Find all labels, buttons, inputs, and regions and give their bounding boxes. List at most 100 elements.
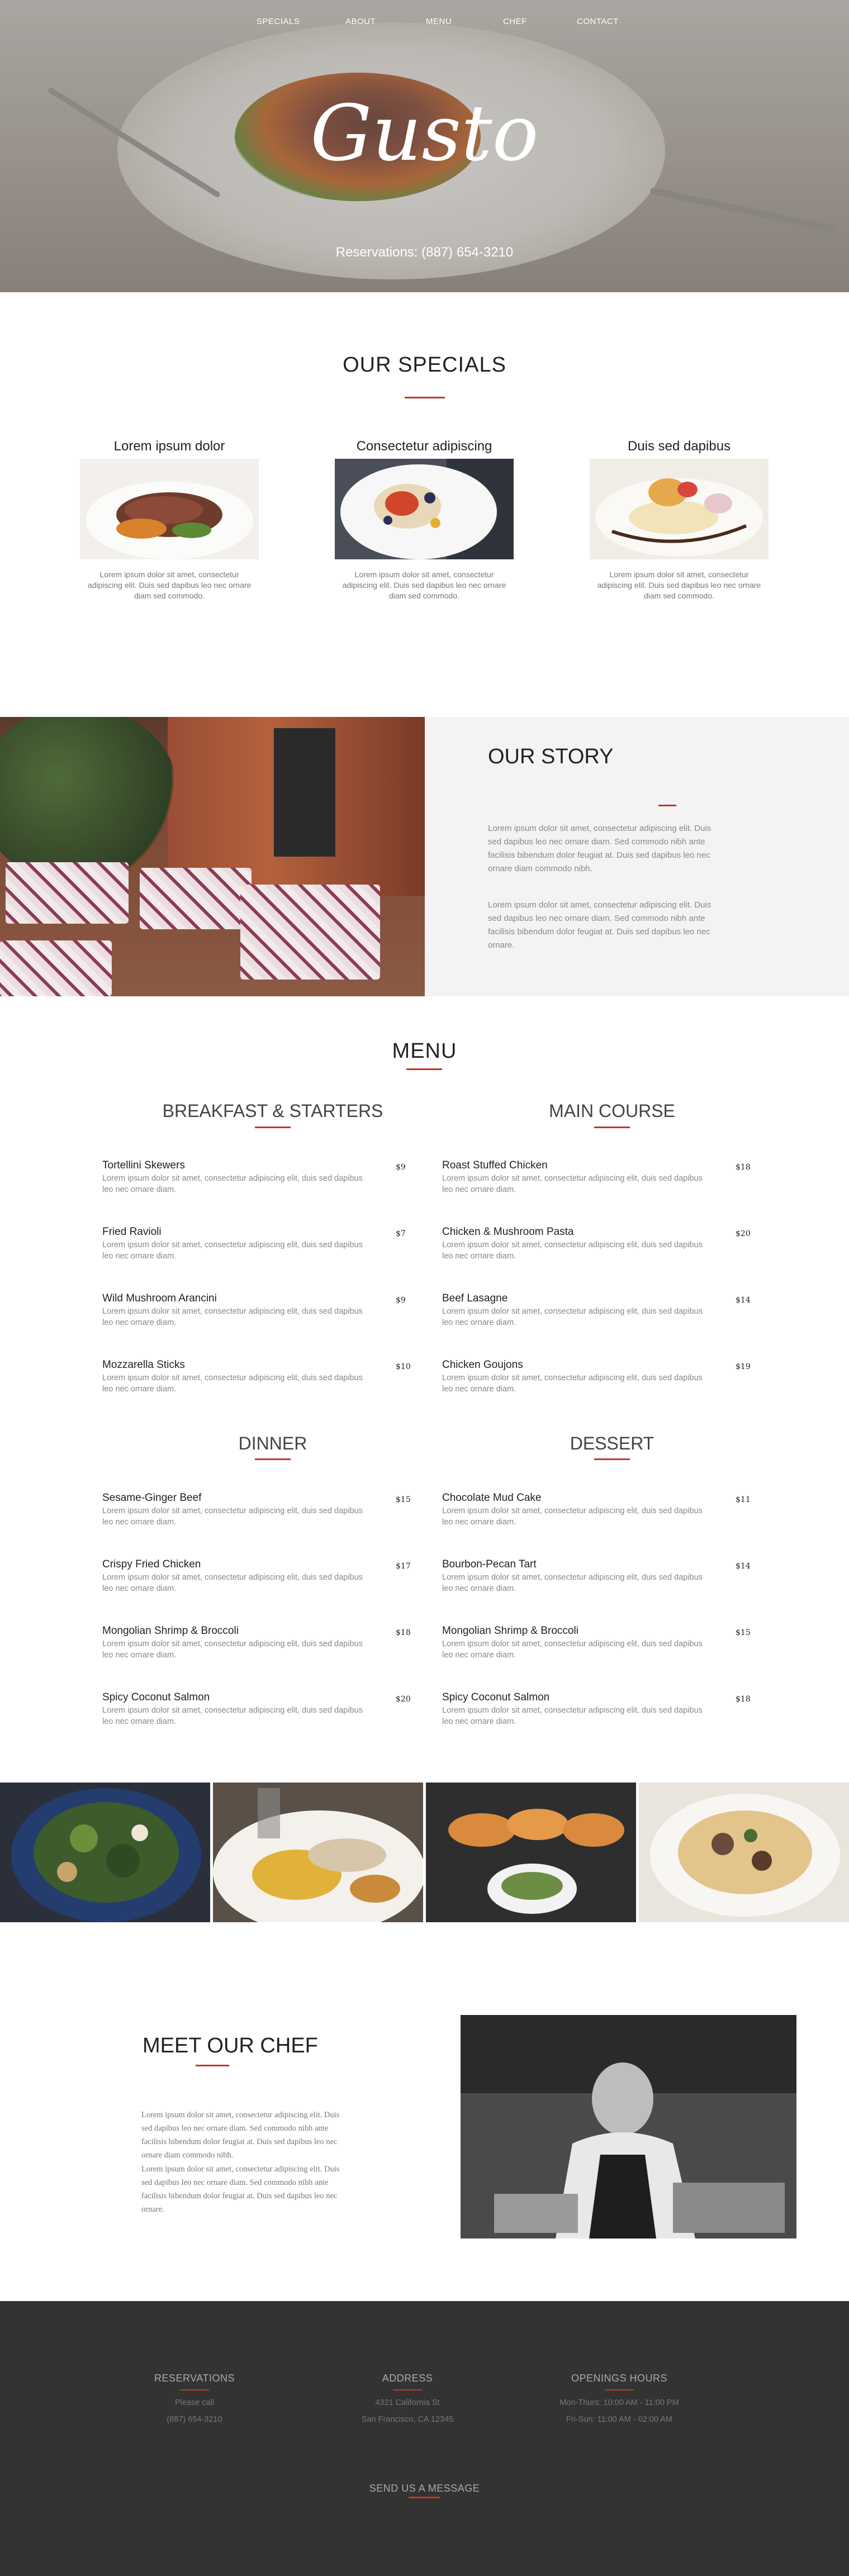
specials-title-underline — [405, 397, 445, 398]
checkered-table — [240, 885, 380, 980]
menu-item-price: $18 — [736, 1695, 751, 1704]
footer-heading: ADDRESS — [382, 2373, 433, 2384]
footer-text: Fri-Sun: 11:00 AM - 02:00 AM — [566, 2415, 672, 2424]
menu-item-desc: Lorem ipsum dolor sit amet, consectetur … — [102, 1174, 363, 1194]
menu-item-desc: Lorem ipsum dolor sit amet, consectetur … — [102, 1573, 363, 1593]
menu-item-price: $20 — [736, 1229, 751, 1238]
gallery-salad-image — [0, 1783, 210, 1922]
story-title: OUR STORY — [488, 745, 614, 768]
menu-item-name: Chocolate Mud Cake — [442, 1492, 542, 1504]
menu-category-title: MAIN COURSE — [549, 1101, 675, 1121]
chef-title-underline — [196, 2065, 229, 2066]
menu-item-name: Spicy Coconut Salmon — [442, 1691, 550, 1703]
site-footer: RESERVATIONS Please call (887) 654-3210 … — [0, 2301, 849, 2576]
nav-contact[interactable]: CONTACT — [577, 17, 619, 26]
menu-item: Wild Mushroom Arancini Lorem ipsum dolor… — [102, 1292, 406, 1328]
footer-reservations: RESERVATIONS Please call (887) 654-3210 — [111, 2373, 278, 2424]
story-paragraph: Lorem ipsum dolor sit amet, consectetur … — [488, 900, 712, 950]
menu-item-name: Chicken & Mushroom Pasta — [442, 1226, 574, 1238]
hero-reservation-text: Reservations: (887) 654-3210 — [335, 245, 514, 260]
special-title: Lorem ipsum dolor — [113, 439, 225, 454]
story-paragraph: Lorem ipsum dolor sit amet, consectetur … — [488, 824, 712, 873]
menu-item-price: $18 — [396, 1628, 411, 1637]
category-underline — [594, 1458, 630, 1460]
menu-item-name: Wild Mushroom Arancini — [102, 1292, 217, 1304]
footer-hours: OPENINGS HOURS Mon-Thurs: 10:00 AM - 11:… — [535, 2373, 703, 2424]
nav-specials[interactable]: SPECIALS — [257, 17, 300, 26]
specials-title: OUR SPECIALS — [343, 353, 506, 377]
category-underline — [255, 1458, 291, 1460]
restaurant-terrace-image — [0, 717, 425, 996]
menu-board — [274, 728, 335, 857]
menu-item: Roast Stuffed Chicken Lorem ipsum dolor … — [442, 1159, 751, 1195]
nav-chef[interactable]: CHEF — [503, 17, 527, 26]
footer-heading-underline — [393, 2389, 422, 2390]
menu-item-name: Mongolian Shrimp & Broccoli — [102, 1625, 239, 1637]
menu-item-price: $15 — [396, 1495, 411, 1504]
special-text: Lorem ipsum dolor sit amet, consectetur … — [342, 570, 506, 600]
category-underline — [594, 1127, 630, 1128]
chef-paragraph: Lorem ipsum dolor sit amet, consectetur … — [141, 2165, 340, 2214]
menu-item-desc: Lorem ipsum dolor sit amet, consectetur … — [442, 1241, 703, 1261]
send-message-link[interactable]: SEND US A MESSAGE — [0, 2483, 849, 2494]
chef-paragraph: Lorem ipsum dolor sit amet, consectetur … — [141, 2111, 340, 2160]
menu-category-title: BREAKFAST & STARTERS — [162, 1101, 383, 1121]
special-card: Lorem ipsum dolor Lorem ipsum dolor sit … — [80, 439, 259, 601]
menu-item-price: $10 — [396, 1362, 411, 1371]
site-logo: Gusto — [310, 88, 539, 178]
menu-item: Spicy Coconut Salmon Lorem ipsum dolor s… — [442, 1691, 751, 1727]
footer-heading-underline — [605, 2389, 634, 2390]
footer-text: 4321 California St — [375, 2398, 440, 2407]
footer-phone: (887) 654-3210 — [167, 2415, 222, 2424]
menu-item-desc: Lorem ipsum dolor sit amet, consectetur … — [102, 1706, 363, 1726]
menu-item: Mozzarella Sticks Lorem ipsum dolor sit … — [102, 1359, 411, 1395]
special-salad-image — [335, 459, 514, 559]
menu-item: Crispy Fried Chicken Lorem ipsum dolor s… — [102, 1558, 411, 1594]
footer-text: Please call — [174, 2398, 215, 2407]
menu-item: Mongolian Shrimp & Broccoli Lorem ipsum … — [442, 1625, 751, 1661]
menu-item-desc: Lorem ipsum dolor sit amet, consectetur … — [102, 1307, 363, 1327]
menu-item-price: $14 — [736, 1296, 751, 1305]
special-title: Consectetur adipiscing — [356, 439, 492, 454]
menu-item-price: $17 — [396, 1562, 411, 1571]
menu-item-name: Crispy Fried Chicken — [102, 1558, 201, 1570]
special-text: Lorem ipsum dolor sit amet, consectetur … — [597, 570, 761, 600]
nav-menu[interactable]: MENU — [426, 17, 452, 26]
menu-item-name: Beef Lasagne — [442, 1292, 508, 1304]
story-title-underline — [658, 805, 676, 806]
checkered-table — [0, 940, 112, 996]
footer-heading: RESERVATIONS — [154, 2373, 235, 2384]
menu-item: Bourbon-Pecan Tart Lorem ipsum dolor sit… — [442, 1558, 751, 1594]
menu-item-desc: Lorem ipsum dolor sit amet, consectetur … — [102, 1639, 363, 1660]
menu-item-desc: Lorem ipsum dolor sit amet, consectetur … — [102, 1373, 363, 1394]
menu-item: Fried Ravioli Lorem ipsum dolor sit amet… — [102, 1226, 406, 1262]
gallery-pasta-image — [639, 1783, 849, 1922]
menu-item: Tortellini Skewers Lorem ipsum dolor sit… — [102, 1159, 406, 1195]
footer-text: San Francisco, CA 12345 — [361, 2415, 454, 2424]
menu-item-price: $9 — [396, 1163, 406, 1172]
chef-title: MEET OUR CHEF — [143, 2034, 318, 2057]
menu-item-price: $15 — [736, 1628, 751, 1637]
special-card: Consectetur adipiscing Lorem ipsum dolor… — [335, 439, 514, 601]
menu-item-name: Bourbon-Pecan Tart — [442, 1558, 537, 1570]
send-message-underline — [409, 2497, 440, 2498]
menu-item-price: $9 — [396, 1296, 406, 1305]
menu-item-price: $19 — [736, 1362, 751, 1371]
menu-item: Chicken & Mushroom Pasta Lorem ipsum dol… — [442, 1226, 751, 1262]
menu-item-price: $14 — [736, 1562, 751, 1571]
menu-item-name: Roast Stuffed Chicken — [442, 1159, 548, 1171]
chef-photo — [461, 2015, 796, 2238]
checkered-table — [140, 868, 252, 929]
menu-item-desc: Lorem ipsum dolor sit amet, consectetur … — [102, 1241, 363, 1261]
story-panel: OUR STORY Lorem ipsum dolor sit amet, co… — [425, 717, 849, 996]
menu-item: Mongolian Shrimp & Broccoli Lorem ipsum … — [102, 1625, 411, 1661]
special-steak-image — [80, 459, 259, 559]
special-title: Duis sed dapibus — [627, 439, 731, 454]
nav-about[interactable]: ABOUT — [345, 17, 376, 26]
menu-title-underline — [406, 1068, 442, 1070]
menu-item-name: Mongolian Shrimp & Broccoli — [442, 1625, 578, 1637]
gallery-sushi-image — [426, 1783, 636, 1922]
top-navigation: SPECIALS ABOUT MENU CHEF CONTACT — [0, 17, 849, 30]
checkered-table — [6, 862, 129, 924]
menu-item-desc: Lorem ipsum dolor sit amet, consectetur … — [442, 1573, 703, 1593]
